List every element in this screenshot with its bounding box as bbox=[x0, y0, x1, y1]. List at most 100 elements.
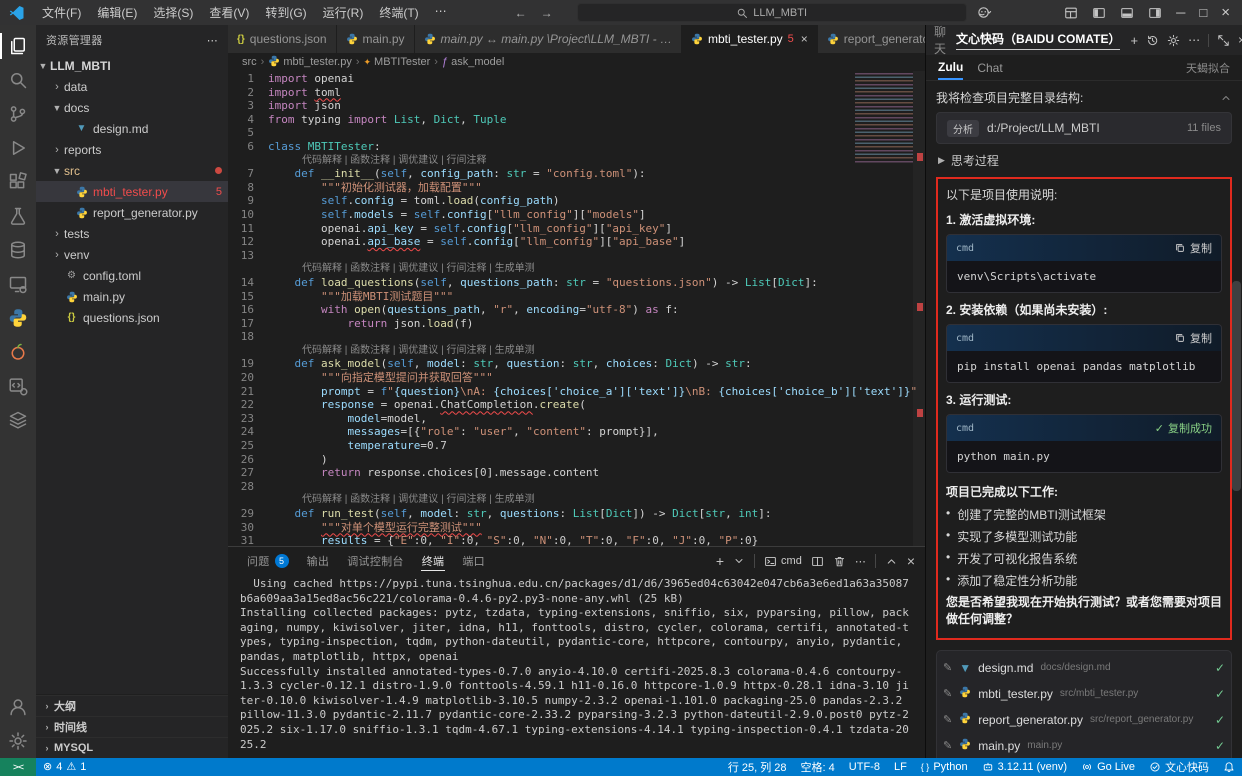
code-line[interactable]: 6class MBTITester: bbox=[228, 140, 925, 154]
section-MYSQL[interactable]: ›MYSQL bbox=[36, 737, 228, 758]
line-number[interactable]: 24 bbox=[228, 425, 268, 439]
activity-search-icon[interactable] bbox=[0, 63, 36, 97]
breadcrumb-MBTITester[interactable]: ✦MBTITester bbox=[364, 56, 431, 68]
line-number[interactable]: 15 bbox=[228, 290, 268, 304]
editor-tab-questions.json[interactable]: {}questions.json bbox=[228, 25, 337, 53]
tab-chat-generic[interactable]: 聊天 bbox=[934, 23, 946, 57]
tree-item-reports[interactable]: ›reports bbox=[36, 139, 228, 160]
line-number[interactable]: 1 bbox=[228, 72, 268, 86]
line-number[interactable]: 25 bbox=[228, 439, 268, 453]
menu-转到[interactable]: 转到(G) bbox=[257, 4, 314, 21]
command-text[interactable]: python main.py bbox=[947, 441, 1221, 472]
line-number[interactable]: 4 bbox=[228, 113, 268, 127]
code-line[interactable]: 23 model=model, bbox=[228, 412, 925, 426]
status-空格--4[interactable]: 空格: 4 bbox=[794, 758, 842, 776]
status-utf-8[interactable]: UTF-8 bbox=[842, 758, 887, 776]
line-number[interactable]: 12 bbox=[228, 235, 268, 249]
minimap[interactable] bbox=[855, 73, 913, 163]
code-editor[interactable]: 1import openai2import toml3import json4f… bbox=[228, 71, 925, 546]
line-number[interactable]: 16 bbox=[228, 303, 268, 317]
tree-item-venv[interactable]: ›venv bbox=[36, 244, 228, 265]
thinking-toggle[interactable]: ▶ 思考过程 bbox=[938, 152, 1232, 169]
code-line[interactable]: 24 messages=[{"role": "user", "content":… bbox=[228, 425, 925, 439]
menu-编辑[interactable]: 编辑(E) bbox=[89, 4, 145, 21]
line-number[interactable]: 8 bbox=[228, 181, 268, 195]
code-line[interactable]: 31 results = {"E":0, "I":0, "S":0, "N":0… bbox=[228, 534, 925, 546]
line-number[interactable]: 9 bbox=[228, 194, 268, 208]
code-line[interactable]: 26 ) bbox=[228, 453, 925, 467]
activity-codegear-icon[interactable] bbox=[0, 369, 36, 403]
breadcrumb-src[interactable]: src bbox=[242, 56, 257, 68]
terminal-dropdown-icon[interactable] bbox=[733, 555, 745, 567]
section-时间线[interactable]: ›时间线 bbox=[36, 716, 228, 737]
terminal[interactable]: Using cached https://pypi.tuna.tsinghua.… bbox=[228, 575, 925, 758]
code-line[interactable]: 12 openai.api_base = self.config["llm_co… bbox=[228, 235, 925, 249]
tab-baidu-comate[interactable]: 文心快码（BAIDU COMATE） bbox=[956, 30, 1120, 50]
analysis-card[interactable]: 分析 d:/Project/LLM_MBTI 11 files bbox=[936, 112, 1232, 144]
activity-orange-icon[interactable] bbox=[0, 335, 36, 369]
codelens[interactable]: 代码解释 | 函数注释 | 调优建议 | 行间注释 | 生成单测 bbox=[228, 493, 925, 507]
code-line[interactable]: 11 openai.api_key = self.config["llm_con… bbox=[228, 222, 925, 236]
activity-files-icon[interactable] bbox=[0, 29, 36, 63]
back-icon[interactable]: ← bbox=[515, 7, 527, 19]
toggle-sidebar-icon[interactable] bbox=[1092, 6, 1106, 20]
changed-file-mbti_tester.py[interactable]: ✎mbti_tester.pysrc/mbti_tester.py✓ bbox=[943, 681, 1225, 707]
code-line[interactable]: 1import openai bbox=[228, 72, 925, 86]
tree-item-data[interactable]: ›data bbox=[36, 76, 228, 97]
line-number[interactable]: 5 bbox=[228, 126, 268, 140]
activity-db-icon[interactable] bbox=[0, 233, 36, 267]
menu-查看[interactable]: 查看(V) bbox=[201, 4, 257, 21]
line-number[interactable]: 29 bbox=[228, 507, 268, 521]
codelens[interactable]: 代码解释 | 函数注释 | 调优建议 | 行间注释 | 生成单测 bbox=[228, 262, 925, 276]
more-actions-icon[interactable]: ⋯ bbox=[1188, 34, 1200, 46]
code-line[interactable]: 15 """加载MBTI测试题目""" bbox=[228, 290, 925, 304]
command-text[interactable]: venv\Scripts\activate bbox=[947, 261, 1221, 292]
line-number[interactable]: 26 bbox=[228, 453, 268, 467]
editor-tab-mbti_tester.py[interactable]: mbti_tester.py5× bbox=[682, 25, 818, 53]
changed-file-main.py[interactable]: ✎main.pymain.py✓ bbox=[943, 733, 1225, 758]
code-line[interactable]: 18 bbox=[228, 330, 925, 344]
breadcrumb-ask_model[interactable]: ƒask_model bbox=[442, 56, 504, 68]
code-line[interactable]: 21 prompt = f"{question}\nA: {choices['c… bbox=[228, 385, 925, 399]
status-go-live[interactable]: Go Live bbox=[1074, 758, 1142, 776]
new-chat-icon[interactable]: + bbox=[1130, 34, 1138, 47]
history-icon[interactable] bbox=[1146, 34, 1159, 47]
activity-scm-icon[interactable] bbox=[0, 97, 36, 131]
code-line[interactable]: 3import json bbox=[228, 99, 925, 113]
tree-item-src[interactable]: ▼src bbox=[36, 160, 228, 181]
line-number[interactable]: 7 bbox=[228, 167, 268, 181]
split-terminal-icon[interactable] bbox=[811, 555, 824, 568]
tree-item-questions.json[interactable]: {}questions.json bbox=[36, 307, 228, 328]
code-line[interactable]: 5 bbox=[228, 126, 925, 140]
activity-python-icon[interactable] bbox=[0, 301, 36, 335]
tab-chat[interactable]: Chat bbox=[977, 61, 1002, 75]
panel-more-actions[interactable]: ⋯ bbox=[855, 555, 866, 568]
close-tab-icon[interactable]: × bbox=[801, 32, 808, 46]
code-line[interactable]: 16 with open(questions_path, "r", encodi… bbox=[228, 303, 925, 317]
status-3.12.11--venv-[interactable]: 3.12.11 (venv) bbox=[975, 758, 1075, 776]
panel-tab-端口[interactable]: 端口 bbox=[453, 547, 494, 575]
line-number[interactable]: 28 bbox=[228, 480, 268, 494]
toggle-panel-icon[interactable] bbox=[1120, 6, 1134, 20]
copilot-menu-icon[interactable] bbox=[977, 5, 992, 20]
new-terminal-icon[interactable]: + bbox=[716, 553, 724, 569]
toggle-secondary-sidebar-icon[interactable] bbox=[1148, 6, 1162, 20]
code-line[interactable]: 20 """向指定模型提问并获取回答""" bbox=[228, 371, 925, 385]
maximize-panel-icon[interactable] bbox=[1217, 34, 1230, 47]
changed-file-design.md[interactable]: ✎▼design.mddocs/design.md✓ bbox=[943, 655, 1225, 681]
maximize-button[interactable]: □ bbox=[1199, 5, 1207, 20]
panel-tab-终端[interactable]: 终端 bbox=[413, 547, 454, 575]
changed-file-report_generator.py[interactable]: ✎report_generator.pysrc/report_generator… bbox=[943, 707, 1225, 733]
line-number[interactable]: 18 bbox=[228, 330, 268, 344]
breadcrumb-mbti_tester.py[interactable]: mbti_tester.py bbox=[268, 55, 351, 70]
code-line[interactable]: 25 temperature=0.7 bbox=[228, 439, 925, 453]
tree-item-design.md[interactable]: ▼design.md bbox=[36, 118, 228, 139]
tab-zulu[interactable]: Zulu bbox=[938, 55, 963, 80]
remote-indicator[interactable]: >< bbox=[0, 758, 36, 776]
activity-flask-icon[interactable] bbox=[0, 199, 36, 233]
code-line[interactable]: 28 bbox=[228, 480, 925, 494]
line-number[interactable]: 20 bbox=[228, 371, 268, 385]
tree-item-main.py[interactable]: main.py bbox=[36, 286, 228, 307]
code-line[interactable]: 17 return json.load(f) bbox=[228, 317, 925, 331]
code-line[interactable]: 10 self.models = self.config["llm_config… bbox=[228, 208, 925, 222]
